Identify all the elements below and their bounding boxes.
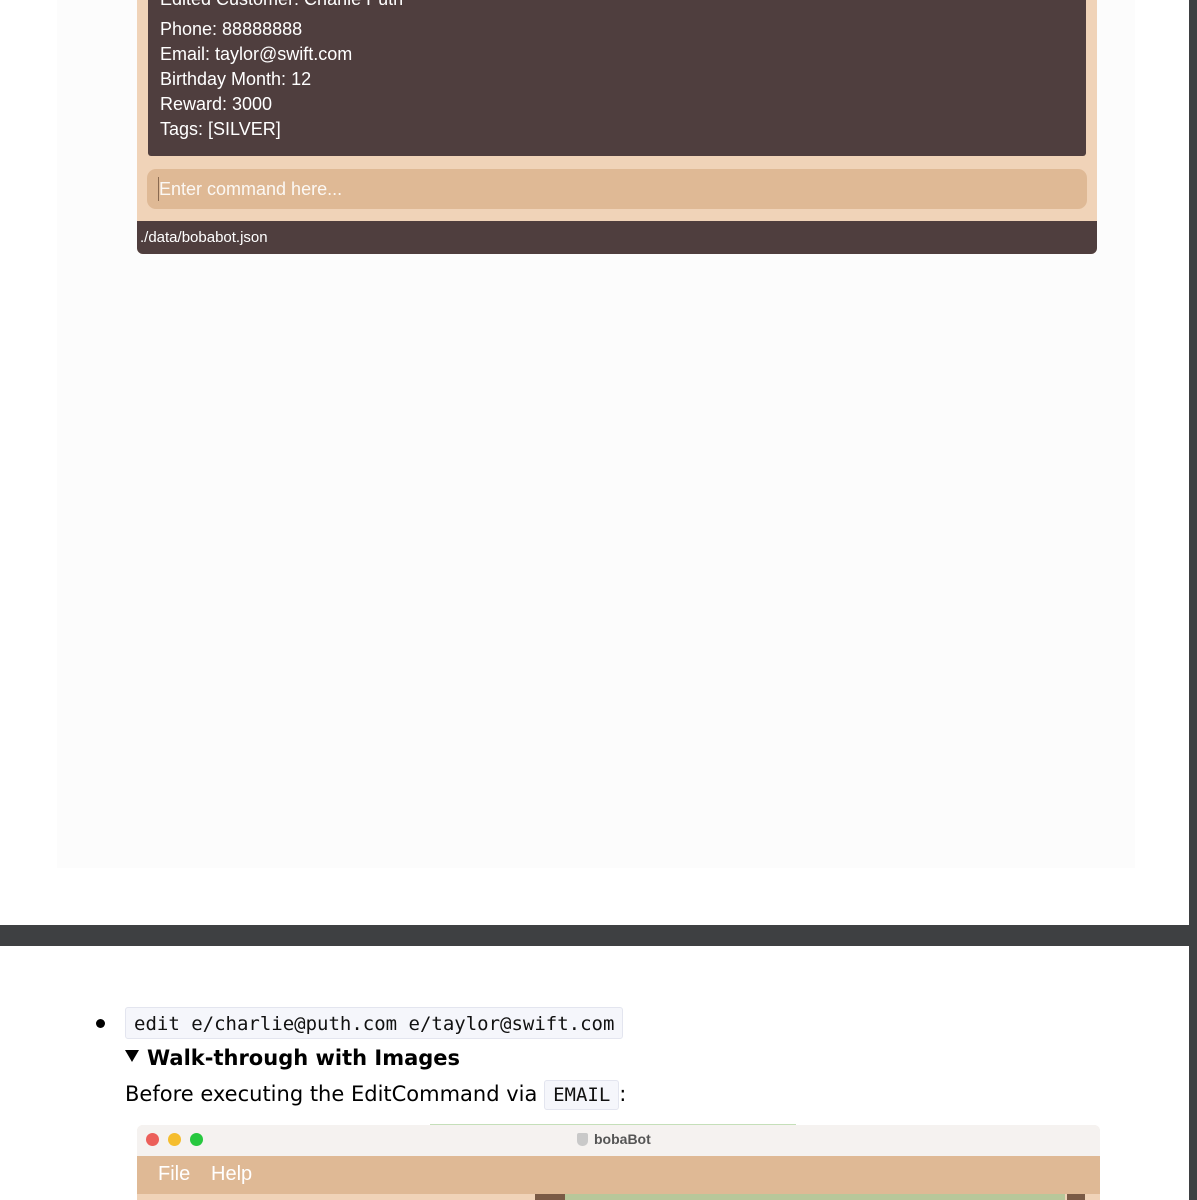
screenshot-page-top: Edited Customer: Charlie Puth Phone: 888… — [0, 0, 1189, 925]
command-example-code: edit e/charlie@puth.com e/taylor@swift.c… — [125, 1007, 624, 1039]
maximize-window-icon[interactable] — [190, 1133, 203, 1146]
before-text: Before executing the EditCommand via — [125, 1082, 538, 1106]
status-bar: ./data/bobabot.json — [137, 221, 1097, 254]
result-display: Edited Customer: Charlie Puth Phone: 888… — [148, 0, 1086, 156]
result-line-phone: Phone: 88888888 — [160, 19, 303, 39]
command-input[interactable] — [147, 169, 1087, 209]
details-summary-label: Walk-through with Images — [147, 1046, 461, 1070]
email-code: EMAIL — [544, 1080, 620, 1110]
content-dark-edge-right — [1067, 1194, 1085, 1200]
colon-text: : — [619, 1082, 627, 1106]
menu-bar: File Help — [137, 1156, 1100, 1194]
bobabot-window-second: bobaBot File Help — [137, 1125, 1100, 1200]
result-line-edited: Edited Customer: Charlie Puth — [160, 0, 403, 10]
content-dark-edge-left — [535, 1194, 565, 1200]
window-titlebar: bobaBot — [137, 1125, 1100, 1156]
content-top-strip — [137, 1194, 1100, 1200]
menu-item-file[interactable]: File — [158, 1163, 190, 1186]
minimize-window-icon[interactable] — [168, 1133, 181, 1146]
content-green-panel — [535, 1194, 1065, 1200]
boba-cup-icon — [577, 1133, 588, 1146]
list-bullet — [96, 1019, 105, 1028]
text-caret — [158, 177, 159, 201]
result-line-email: Email: taylor@swift.com — [160, 44, 353, 64]
status-bar-path: ./data/bobabot.json — [140, 229, 268, 246]
menu-item-help[interactable]: Help — [211, 1163, 252, 1186]
result-line-reward: Reward: 3000 — [160, 94, 273, 114]
result-line-tags: Tags: [SILVER] — [160, 119, 281, 139]
details-summary-walkthrough[interactable]: Walk-through with Images — [125, 1046, 460, 1070]
close-window-icon[interactable] — [146, 1133, 159, 1146]
command-box[interactable] — [147, 169, 1087, 209]
window-title-text: bobaBot — [594, 1131, 651, 1147]
result-line-birthday: Birthday Month: 12 — [160, 69, 312, 89]
before-paragraph: Before executing the EditCommand via EMA… — [125, 1080, 627, 1110]
triangle-down-icon — [125, 1050, 139, 1062]
window-title: bobaBot — [577, 1131, 651, 1147]
